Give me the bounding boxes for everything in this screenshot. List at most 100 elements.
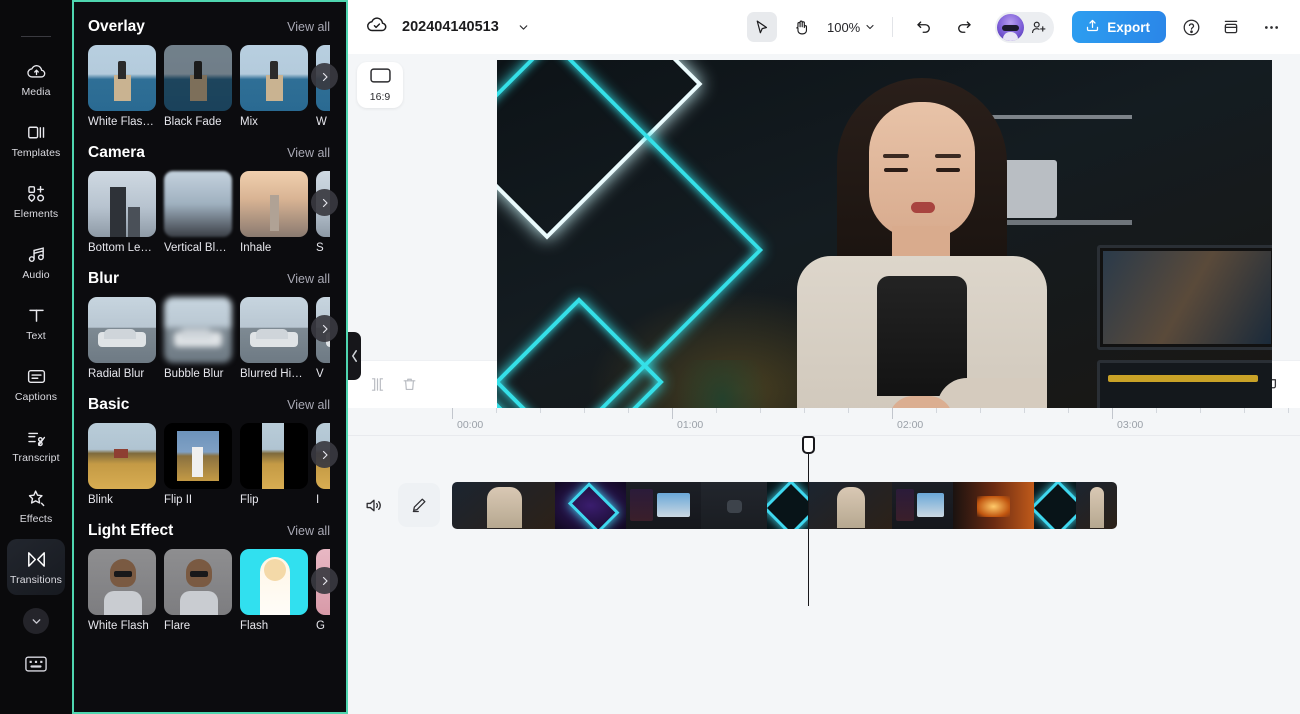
transition-preview-image	[240, 297, 308, 363]
aspect-ratio-button[interactable]: 16:9	[357, 62, 403, 108]
sidebar-item-audio[interactable]: Audio	[7, 234, 65, 290]
ruler-label: 02:00	[897, 419, 924, 431]
sidebar-more-button[interactable]	[23, 608, 49, 634]
more-options-button[interactable]	[1256, 12, 1286, 42]
view-all-link[interactable]: View all	[287, 524, 330, 538]
clip-segment-person-talk[interactable]	[808, 481, 892, 529]
sidebar-item-text[interactable]: Text	[7, 295, 65, 351]
clip-segment-transition-diamond[interactable]	[766, 481, 809, 529]
panel-collapse-handle[interactable]	[348, 332, 361, 380]
timeline-ruler[interactable]: 00:00 01:00 02:00 03:00	[348, 408, 1300, 436]
transition-thumbnail-row: Radial Blur Bubble Blur Blurred Hi… V	[88, 297, 338, 380]
transition-label: White Flash	[88, 620, 149, 632]
delete-button[interactable]	[394, 370, 424, 400]
clip-segment-person-end[interactable]	[1076, 481, 1117, 529]
transition-thumbnail[interactable]: Flip	[240, 423, 308, 506]
keyboard-shortcuts-icon[interactable]	[25, 656, 47, 677]
clip-segment-neon-transition[interactable]	[554, 481, 626, 529]
sidebar-item-captions[interactable]: Captions	[7, 356, 65, 412]
sidebar-item-transcript[interactable]: Transcript	[7, 417, 65, 473]
transition-thumbnail[interactable]: Vertical Bl…	[164, 171, 232, 254]
sidebar-item-label: Media	[21, 86, 51, 98]
export-label: Export	[1107, 19, 1150, 35]
transition-thumbnail[interactable]: Flare	[164, 549, 232, 632]
transition-thumbnail[interactable]: Bubble Blur	[164, 297, 232, 380]
scroll-right-button[interactable]	[311, 567, 338, 594]
transition-label: Bubble Blur	[164, 368, 224, 380]
undo-button[interactable]	[909, 12, 939, 42]
export-button[interactable]: Export	[1072, 11, 1166, 43]
scroll-right-button[interactable]	[311, 189, 338, 216]
project-dropdown-icon[interactable]	[509, 12, 539, 42]
sidebar-item-transitions[interactable]: Transitions	[7, 539, 65, 595]
avatar[interactable]	[997, 13, 1025, 41]
top-toolbar: 202404140513 100% Export	[348, 0, 1300, 54]
clip-segment-game-scene[interactable]	[952, 481, 1035, 529]
transition-thumbnail[interactable]: Flash	[240, 549, 308, 632]
view-all-link[interactable]: View all	[287, 146, 330, 160]
playhead-handle[interactable]	[802, 436, 815, 454]
ruler-tick-minor	[628, 408, 629, 413]
transition-label: Flip	[240, 494, 259, 506]
view-all-link[interactable]: View all	[287, 20, 330, 34]
transition-thumbnail[interactable]: Radial Blur	[88, 297, 156, 380]
sidebar-item-templates[interactable]: Templates	[7, 112, 65, 168]
aspect-ratio-icon	[369, 67, 391, 88]
video-clip[interactable]	[452, 481, 1117, 529]
speaker-icon[interactable]	[356, 496, 390, 515]
transition-label: Black Fade	[164, 116, 222, 128]
transition-thumbnail[interactable]: Inhale	[240, 171, 308, 254]
add-user-icon[interactable]	[1024, 14, 1052, 41]
ruler-tick-minor	[496, 408, 497, 413]
transition-thumbnail[interactable]: Blurred Hi…	[240, 297, 308, 380]
cloud-check-icon	[366, 14, 388, 41]
transition-preview-image	[88, 171, 156, 237]
clip-segment-ui-screen[interactable]	[625, 481, 701, 529]
transition-preview-image	[88, 423, 156, 489]
clip-segment-dark-screen[interactable]	[700, 481, 767, 529]
ruler-tick-major	[1112, 408, 1113, 419]
ruler-tick-minor	[936, 408, 937, 413]
clip-segment-transition-diamond-2[interactable]	[1034, 481, 1077, 529]
playhead[interactable]	[802, 436, 815, 606]
section-title: Overlay	[88, 18, 145, 35]
zoom-level-selector[interactable]: 100%	[827, 20, 876, 35]
clip-segment-editor-ui[interactable]	[891, 481, 953, 529]
redo-button[interactable]	[949, 12, 979, 42]
transition-thumbnail[interactable]: Flip II	[164, 423, 232, 506]
hand-tool-button[interactable]	[787, 12, 817, 42]
sidebar-item-effects[interactable]: Effects	[7, 478, 65, 534]
transition-thumbnail-row: White Flash Flare Flash G	[88, 549, 338, 632]
transition-thumbnail[interactable]: Bottom Le…	[88, 171, 156, 254]
sidebar-item-elements[interactable]: Elements	[7, 173, 65, 229]
scroll-right-button[interactable]	[311, 441, 338, 468]
transition-thumbnail[interactable]: Mix	[240, 45, 308, 128]
transition-thumbnail[interactable]: White Flas…	[88, 45, 156, 128]
scroll-right-button[interactable]	[311, 315, 338, 342]
transition-label: Blurred Hi…	[240, 368, 303, 380]
edit-clip-button[interactable]	[398, 483, 440, 527]
transition-label: I	[316, 494, 320, 506]
transition-thumbnail[interactable]: Black Fade	[164, 45, 232, 128]
sidebar-item-label: Elements	[13, 208, 59, 220]
ruler-tick-minor	[1024, 408, 1025, 413]
view-all-link[interactable]: View all	[287, 398, 330, 412]
ruler-label: 01:00	[677, 419, 704, 431]
split-button[interactable]	[362, 370, 392, 400]
transition-label: Radial Blur	[88, 368, 145, 380]
transition-thumbnail[interactable]: White Flash	[88, 549, 156, 632]
view-all-link[interactable]: View all	[287, 272, 330, 286]
layout-button[interactable]	[1216, 12, 1246, 42]
section-title: Camera	[88, 144, 145, 161]
ruler-tick-minor	[1156, 408, 1157, 413]
timeline[interactable]: 00:00 01:00 02:00 03:00	[348, 408, 1300, 714]
sidebar-item-label: Effects	[19, 513, 53, 525]
transitions-section-list[interactable]: Overlay View all White Flas… Black Fade Mix W…	[74, 2, 346, 712]
select-tool-button[interactable]	[746, 12, 777, 42]
sidebar-item-media[interactable]: Media	[7, 51, 65, 107]
help-button[interactable]	[1176, 12, 1206, 42]
clip-segment-person-intro[interactable]	[452, 481, 555, 529]
scroll-right-button[interactable]	[311, 63, 338, 90]
ruler-label: 03:00	[1117, 419, 1144, 431]
transition-thumbnail[interactable]: Blink	[88, 423, 156, 506]
